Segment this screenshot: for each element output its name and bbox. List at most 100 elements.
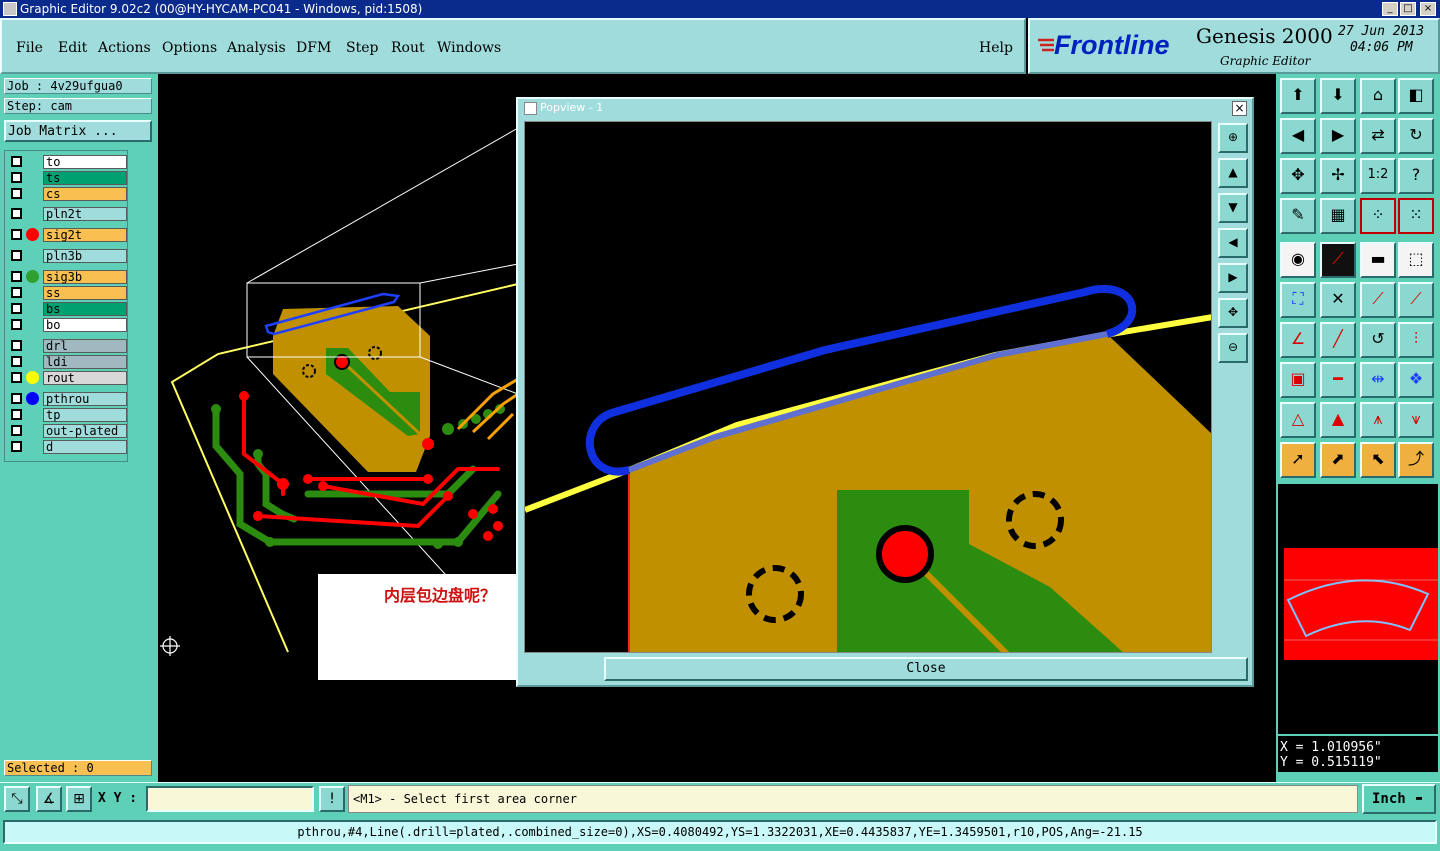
line-draw-icon[interactable]: ╱ xyxy=(1320,322,1356,358)
layer-row-bo[interactable]: bo xyxy=(9,318,127,332)
layer-row-sig3b[interactable]: sig3b xyxy=(9,270,127,284)
line-add-icon[interactable]: ⟋ xyxy=(1360,282,1396,318)
select-line-icon[interactable]: ⟋ xyxy=(1320,242,1356,278)
layer-row-sig2t[interactable]: sig2t xyxy=(9,228,127,242)
layer-checkbox[interactable] xyxy=(11,188,22,199)
layer-row-cs[interactable]: cs xyxy=(9,187,127,201)
menu-step[interactable]: Step xyxy=(346,40,378,56)
arch-fill-icon[interactable]: ⩛ xyxy=(1398,402,1434,438)
layer-name[interactable]: pln2t xyxy=(43,207,127,221)
layer-checkbox[interactable] xyxy=(11,303,22,314)
popview-pan-up-icon[interactable]: ▲ xyxy=(1218,158,1248,188)
layer-checkbox[interactable] xyxy=(11,425,22,436)
layer-checkbox[interactable] xyxy=(11,229,22,240)
layer-row-ss[interactable]: ss xyxy=(9,286,127,300)
menu-edit[interactable]: Edit xyxy=(58,40,87,56)
pad-add-icon[interactable]: ▣ xyxy=(1280,362,1316,398)
layer-name[interactable]: drl xyxy=(43,339,127,353)
center-icon[interactable]: ✢ xyxy=(1320,158,1356,194)
maximize-button[interactable]: □ xyxy=(1400,2,1416,16)
xy-input[interactable] xyxy=(146,786,314,812)
measure-range-icon[interactable]: ⇹ xyxy=(1360,362,1396,398)
line-segment-icon[interactable]: ━ xyxy=(1320,362,1356,398)
layer-name[interactable]: sig3b xyxy=(43,270,127,284)
triangle-outline-icon[interactable]: ▲ xyxy=(1320,402,1356,438)
layer-row-drl[interactable]: drl xyxy=(9,339,127,353)
layer-name[interactable]: out-plated xyxy=(43,424,127,438)
redraw-icon[interactable]: ↻ xyxy=(1398,118,1434,154)
layer-row-out-plated[interactable]: out-plated xyxy=(9,424,127,438)
snap-icon[interactable]: ⁘ xyxy=(1360,198,1396,234)
layer-checkbox[interactable] xyxy=(11,250,22,261)
popview-fit-icon[interactable]: ✥ xyxy=(1218,298,1248,328)
home-icon[interactable]: ⌂ xyxy=(1360,78,1396,114)
triangle-icon[interactable]: △ xyxy=(1280,402,1316,438)
zoom-area-icon[interactable]: ⤡ xyxy=(4,786,30,812)
layer-name[interactable]: tp xyxy=(43,408,127,422)
close-window-button[interactable]: × xyxy=(1420,2,1436,16)
connect-nodes-icon[interactable]: ⛶ xyxy=(1280,282,1316,318)
line-move-icon[interactable]: ⟋ xyxy=(1398,282,1434,318)
layer-checkbox[interactable] xyxy=(11,208,22,219)
pointer-select-icon[interactable]: ⬉ xyxy=(1360,442,1396,478)
ratio-icon[interactable]: 1:2 xyxy=(1360,158,1396,194)
layer-name[interactable]: to xyxy=(43,155,127,169)
layer-row-bs[interactable]: bs xyxy=(9,302,127,316)
pointer-net-icon[interactable]: ⤴ xyxy=(1398,442,1434,478)
layer-name[interactable]: sig2t xyxy=(43,228,127,242)
layer-name[interactable]: d xyxy=(43,440,127,454)
ruler-icon[interactable]: ▬ xyxy=(1360,242,1396,278)
menu-windows[interactable]: Windows xyxy=(437,40,501,56)
grid-snap-icon[interactable]: ⊞ xyxy=(66,786,92,812)
features-icon[interactable]: ❖ xyxy=(1398,362,1434,398)
window-split-icon[interactable]: ◧ xyxy=(1398,78,1434,114)
layer-row-tp[interactable]: tp xyxy=(9,408,127,422)
measure-angle-icon[interactable]: ∡ xyxy=(36,786,62,812)
menu-rout[interactable]: Rout xyxy=(391,40,425,56)
popview-zoom-in-icon[interactable]: ⊕ xyxy=(1218,123,1248,153)
menu-file[interactable]: File xyxy=(16,40,43,56)
layer-name[interactable]: pln3b xyxy=(43,249,127,263)
pointer-box-icon[interactable]: ⬈ xyxy=(1320,442,1356,478)
units-selector[interactable]: Inch ▬ xyxy=(1362,784,1436,814)
layer-row-pln3b[interactable]: pln3b xyxy=(9,249,127,263)
cross-icon[interactable]: ✕ xyxy=(1320,282,1356,318)
popview-canvas[interactable] xyxy=(524,121,1212,653)
layer-checkbox[interactable] xyxy=(11,441,22,452)
select-pad-icon[interactable]: ◉ xyxy=(1280,242,1316,278)
menu-options[interactable]: Options xyxy=(162,40,217,56)
minimize-button[interactable]: _ xyxy=(1382,2,1398,16)
help-icon[interactable]: ? xyxy=(1398,158,1434,194)
popview-close-button[interactable]: Close xyxy=(604,657,1248,681)
layer-checkbox[interactable] xyxy=(11,393,22,404)
layer-checkbox[interactable] xyxy=(11,271,22,282)
layer-checkbox[interactable] xyxy=(11,319,22,330)
job-matrix-button[interactable]: Job Matrix ... xyxy=(4,120,152,142)
overview-map[interactable] xyxy=(1278,484,1438,734)
menu-help[interactable]: Help xyxy=(979,40,1013,56)
layer-checkbox[interactable] xyxy=(11,287,22,298)
layer-checkbox[interactable] xyxy=(11,340,22,351)
popview-pan-right-icon[interactable]: ▶ xyxy=(1218,263,1248,293)
angle-icon[interactable]: ∠ xyxy=(1280,322,1316,358)
layer-name[interactable]: cs xyxy=(43,187,127,201)
layer-row-rout[interactable]: rout xyxy=(9,371,127,385)
layer-name[interactable]: pthrou xyxy=(43,392,127,406)
layer-checkbox[interactable] xyxy=(11,356,22,367)
arc-icon[interactable]: ↺ xyxy=(1360,322,1396,358)
menu-dfm[interactable]: DFM xyxy=(296,40,331,56)
popview-pan-down-icon[interactable]: ▼ xyxy=(1218,193,1248,223)
select-area-icon[interactable]: ⬚ xyxy=(1398,242,1434,278)
swap-icon[interactable]: ⇄ xyxy=(1360,118,1396,154)
measure-icon[interactable]: ✎ xyxy=(1280,198,1316,234)
pan-right-icon[interactable]: ▶ xyxy=(1320,118,1356,154)
layer-name[interactable]: bs xyxy=(43,302,127,316)
layer-name[interactable]: ss xyxy=(43,286,127,300)
layer-row-pln2t[interactable]: pln2t xyxy=(9,207,127,221)
layer-name[interactable]: ts xyxy=(43,171,127,185)
zoom-home-icon[interactable]: ⬆ xyxy=(1280,78,1316,114)
layer-row-ts[interactable]: ts xyxy=(9,171,127,185)
layer-checkbox[interactable] xyxy=(11,172,22,183)
warning-icon[interactable]: ! xyxy=(319,786,345,812)
menu-actions[interactable]: Actions xyxy=(98,40,151,56)
